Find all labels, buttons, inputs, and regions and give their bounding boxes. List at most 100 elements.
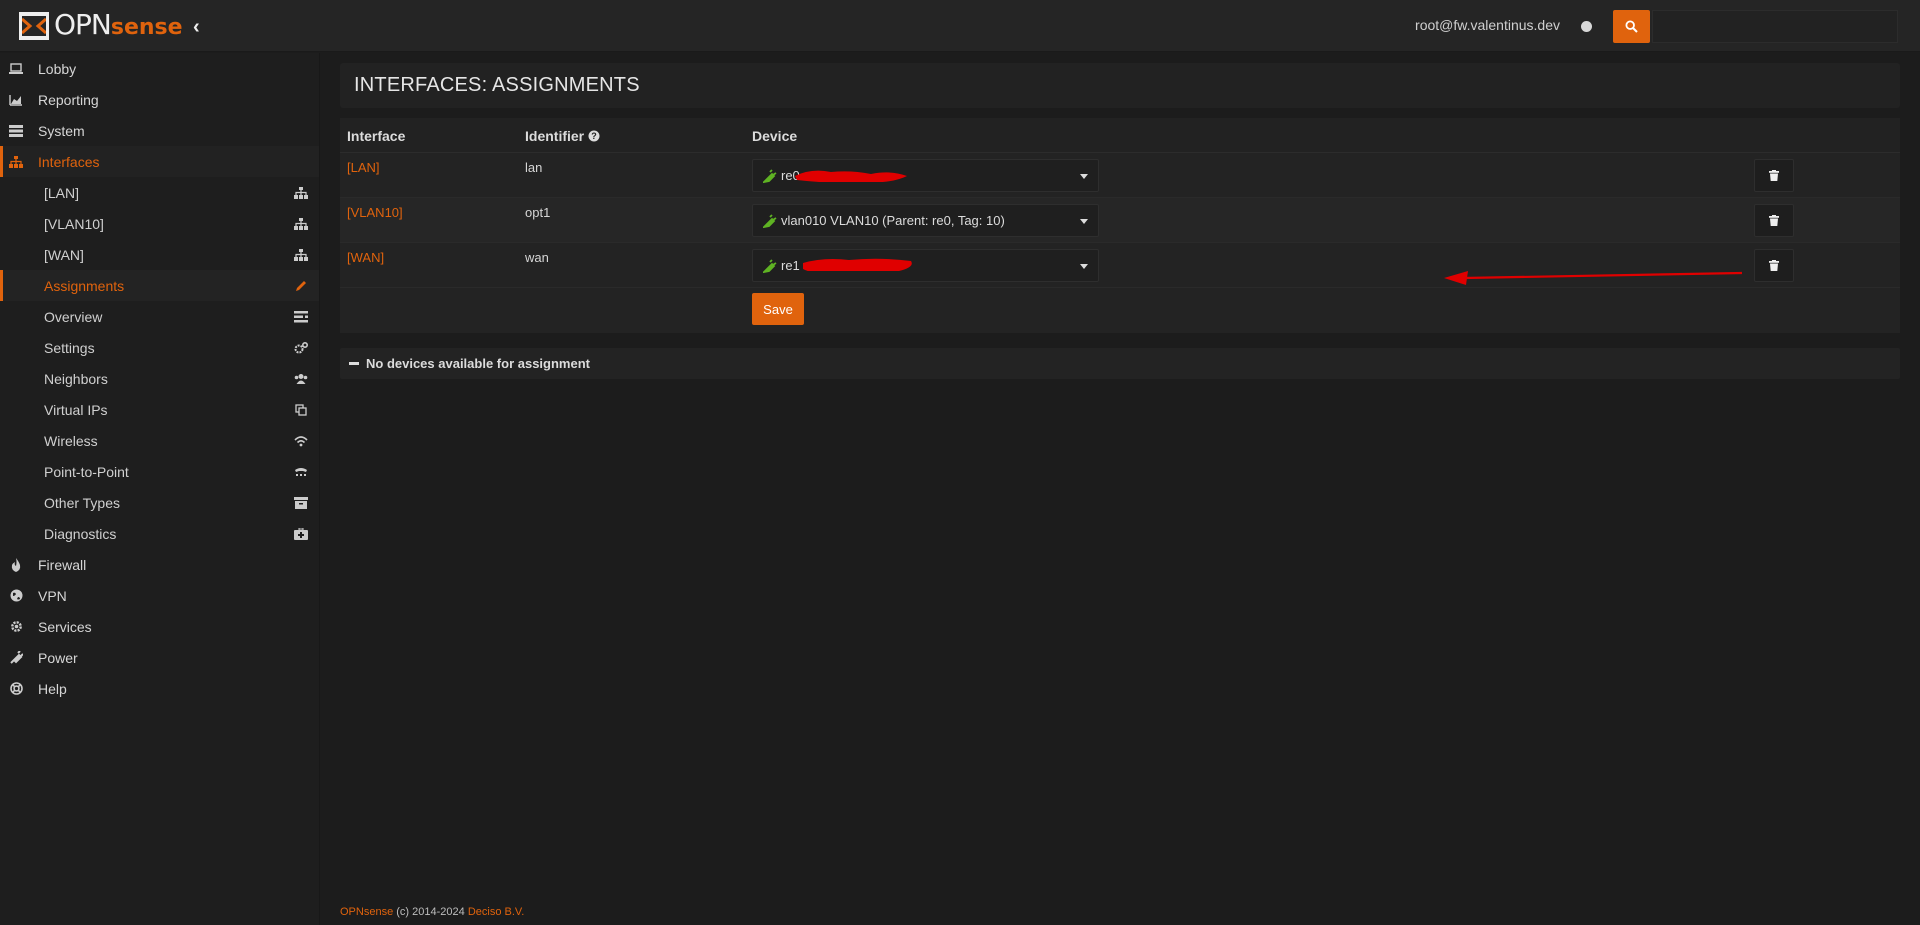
interface-link-lan[interactable]: [LAN]	[347, 160, 380, 175]
no-devices-panel-toggle[interactable]: No devices available for assignment	[340, 348, 1900, 379]
laptop-icon	[8, 61, 24, 77]
device-select-value: re1	[781, 258, 800, 273]
collapse-sidebar-icon[interactable]: ‹	[193, 17, 209, 37]
table-row: [VLAN10] opt1 vlan010 VLAN10 (Parent: re…	[340, 198, 1900, 243]
device-select-value: vlan010 VLAN10 (Parent: re0, Tag: 10)	[781, 213, 1005, 228]
sidebar-subitem-wireless[interactable]: Wireless	[0, 425, 319, 456]
sidebar-item-services[interactable]: Services	[0, 611, 319, 642]
sidebar-item-firewall[interactable]: Firewall	[0, 549, 319, 580]
sidebar-subitem-neighbors[interactable]: Neighbors	[0, 363, 319, 394]
chevron-down-icon	[1080, 219, 1088, 224]
sidebar-subitem-diagnostics[interactable]: Diagnostics	[0, 518, 319, 549]
sidebar-subitem-point-to-point[interactable]: Point-to-Point	[0, 456, 319, 487]
sidebar-subitem-settings[interactable]: Settings	[0, 332, 319, 363]
minus-icon	[349, 362, 359, 365]
trash-icon	[1769, 260, 1779, 271]
column-header-device: Device	[752, 128, 798, 144]
sidebar-subitem-assignments[interactable]: Assignments	[0, 270, 319, 301]
interface-link-vlan10[interactable]: [VLAN10]	[347, 205, 403, 220]
identifier-cell: wan	[525, 250, 549, 265]
help-icon[interactable]: ?	[588, 130, 600, 142]
sidebar-item-vpn[interactable]: VPN	[0, 580, 319, 611]
fire-icon	[8, 557, 24, 573]
tasks-icon	[293, 309, 309, 325]
sidebar-subitem-label: Diagnostics	[44, 525, 117, 542]
sidebar-subitem-label: Settings	[44, 339, 95, 356]
delete-button-vlan10[interactable]	[1754, 204, 1794, 237]
chevron-down-icon	[1080, 264, 1088, 269]
device-select-vlan10[interactable]: vlan010 VLAN10 (Parent: re0, Tag: 10)	[752, 204, 1099, 237]
server-icon	[8, 123, 24, 139]
sidebar-subitem-vlan10[interactable]: [VLAN10]	[0, 208, 319, 239]
column-header-identifier-label: Identifier	[525, 128, 585, 144]
status-indicator[interactable]	[1581, 21, 1592, 32]
users-icon	[293, 371, 309, 387]
page-header: INTERFACES: ASSIGNMENTS	[340, 63, 1900, 108]
interface-link-wan[interactable]: [WAN]	[347, 250, 384, 265]
identifier-cell: lan	[525, 160, 543, 175]
cog-icon	[8, 619, 24, 635]
redaction-mark	[803, 258, 912, 271]
device-select-lan[interactable]: re0	[752, 159, 1099, 192]
sidebar-item-label: Reporting	[38, 91, 99, 108]
column-header-interface: Interface	[347, 128, 406, 144]
sidebar-subitem-lan[interactable]: [LAN]	[0, 177, 319, 208]
sidebar-subitem-other-types[interactable]: Other Types	[0, 487, 319, 518]
sidebar-subitem-label: Assignments	[44, 277, 125, 294]
sidebar-subitem-label: Other Types	[44, 494, 121, 511]
globe-icon	[8, 588, 24, 604]
sidebar-item-label: System	[38, 122, 85, 139]
sidebar-item-label: Firewall	[38, 556, 87, 573]
chevron-down-icon	[1080, 174, 1088, 179]
footer-brand-link[interactable]: OPNsense	[340, 906, 393, 918]
footer-company-link[interactable]: Deciso B.V.	[468, 906, 524, 918]
sidebar-item-label: Interfaces	[38, 153, 100, 170]
device-select-wan[interactable]: re1	[752, 249, 1099, 282]
page-title: INTERFACES: ASSIGNMENTS	[354, 74, 640, 96]
user-label[interactable]: root@fw.valentinus.dev	[1415, 17, 1560, 33]
sidebar-subitem-label: Point-to-Point	[44, 463, 129, 480]
sidebar-item-help[interactable]: Help	[0, 673, 319, 704]
sidebar-subitem-virtual-ips[interactable]: Virtual IPs	[0, 394, 319, 425]
sidebar-item-lobby[interactable]: Lobby	[0, 53, 319, 84]
main-content: INTERFACES: ASSIGNMENTS Interface Identi…	[340, 63, 1900, 379]
identifier-cell: opt1	[525, 205, 551, 220]
plug-icon	[763, 213, 777, 228]
sitemap-icon	[293, 185, 309, 201]
sidebar-item-system[interactable]: System	[0, 115, 319, 146]
medkit-icon	[293, 526, 309, 542]
sidebar-subitem-label: [WAN]	[44, 246, 84, 263]
sidebar-item-power[interactable]: Power	[0, 642, 319, 673]
delete-button-wan[interactable]	[1754, 249, 1794, 282]
sidebar-item-label: Power	[38, 649, 78, 666]
sidebar-item-label: Lobby	[38, 60, 77, 77]
footer-copyright: (c) 2014-2024	[393, 906, 468, 918]
opnsense-logo[interactable]: OPNsense	[18, 9, 183, 42]
pencil-icon	[293, 278, 309, 294]
annotation-arrow	[1444, 271, 1743, 285]
search-button[interactable]	[1613, 10, 1650, 43]
sidebar-subitem-wan[interactable]: [WAN]	[0, 239, 319, 270]
sidebar-item-interfaces[interactable]: Interfaces	[0, 146, 319, 177]
plug-icon	[8, 650, 24, 666]
sidebar-subitem-label: [LAN]	[44, 184, 80, 201]
search-input[interactable]	[1652, 10, 1898, 43]
sidebar-item-reporting[interactable]: Reporting	[0, 84, 319, 115]
sidebar-subitem-overview[interactable]: Overview	[0, 301, 319, 332]
area-chart-icon	[8, 92, 24, 108]
tty-icon	[293, 464, 309, 480]
logo-sense: sense	[110, 14, 183, 40]
save-button[interactable]: Save	[752, 293, 804, 325]
delete-button-lan[interactable]	[1754, 159, 1794, 192]
sidebar-subitem-label: Wireless	[44, 432, 98, 449]
trash-icon	[1769, 170, 1779, 181]
plug-icon	[763, 258, 777, 273]
sidebar-item-label: Help	[38, 680, 67, 697]
sidebar-item-label: Services	[38, 618, 92, 635]
plug-icon	[763, 168, 777, 183]
sidebar: Lobby Reporting System Interfaces [LAN] …	[0, 53, 320, 925]
sidebar-subitem-label: Overview	[44, 308, 103, 325]
sitemap-icon	[293, 216, 309, 232]
archive-icon	[293, 495, 309, 511]
save-row: Save	[340, 288, 1900, 333]
